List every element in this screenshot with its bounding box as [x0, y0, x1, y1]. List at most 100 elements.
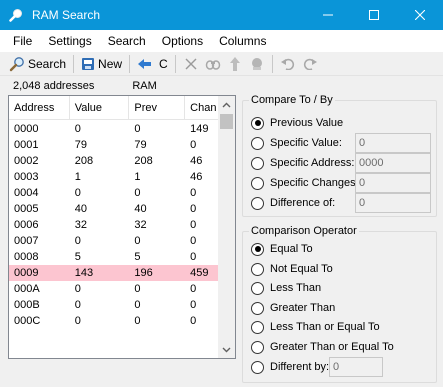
radio-button[interactable]	[251, 136, 264, 150]
redo-icon[interactable]	[299, 53, 321, 75]
freeze-icon[interactable]	[246, 53, 268, 75]
clear-changes-button[interactable]: C	[156, 53, 171, 75]
table-row[interactable]: 0005 40 40 0	[9, 201, 219, 217]
menu-file[interactable]: File	[6, 30, 41, 52]
radio-equal-to[interactable]: Equal To	[251, 241, 313, 257]
changes-cell: 459	[190, 267, 209, 279]
radio-button[interactable]	[251, 320, 264, 334]
address-cell: 0006	[14, 219, 39, 231]
different-by-input[interactable]: 0	[329, 357, 383, 377]
address-cell: 0007	[14, 235, 39, 247]
table-row[interactable]: 0003 1 1 46	[9, 169, 219, 185]
address-cell: 0005	[14, 203, 39, 215]
radio-different-by[interactable]: Different by:	[251, 359, 329, 375]
radio-button[interactable]	[251, 242, 264, 256]
address-cell: 0001	[14, 139, 39, 151]
radio-button[interactable]	[251, 176, 264, 190]
radio-greater-than[interactable]: Greater Than	[251, 300, 335, 316]
menu-settings[interactable]: Settings	[41, 30, 100, 52]
toolbar-separator	[73, 54, 75, 73]
undo-icon[interactable]	[277, 53, 299, 75]
vertical-scrollbar[interactable]	[218, 96, 235, 358]
address-cell: 000A	[14, 283, 40, 295]
table-row[interactable]: 0001 79 79 0	[9, 137, 219, 153]
table-row[interactable]: 0002 208 208 46	[9, 153, 219, 169]
minimize-button[interactable]	[305, 0, 351, 30]
radio-button[interactable]	[251, 156, 264, 170]
radio-label: Specific Value:	[270, 137, 342, 149]
radio-specific-value[interactable]: Specific Value:	[251, 135, 342, 151]
radio-button[interactable]	[251, 340, 264, 354]
back-arrow-icon[interactable]	[134, 53, 156, 75]
radio-button[interactable]	[251, 301, 264, 315]
table-row[interactable]: 000A 0 0 0	[9, 281, 219, 297]
search-icon	[9, 56, 24, 71]
radio-label: Less Than or Equal To	[270, 321, 380, 333]
radio-button[interactable]	[251, 262, 264, 276]
table-row[interactable]: 0007 0 0 0	[9, 233, 219, 249]
radio-difference-of[interactable]: Difference of:	[251, 195, 335, 211]
changes-cell: 0	[190, 219, 197, 231]
table-row[interactable]: 000C 0 0 0	[9, 313, 219, 329]
menu-columns[interactable]: Columns	[212, 30, 275, 52]
cut-icon[interactable]	[180, 53, 202, 75]
compare-to-group: Compare To / By Previous Value Specific …	[242, 93, 437, 217]
close-button[interactable]	[397, 0, 443, 30]
scroll-up-icon[interactable]	[218, 96, 235, 113]
maximize-button[interactable]	[351, 0, 397, 30]
radio-button[interactable]	[251, 281, 264, 295]
radio-previous-value[interactable]: Previous Value	[251, 115, 343, 131]
memory-domain-label: RAM	[132, 80, 157, 92]
table-row[interactable]: 0006 32 32 0	[9, 217, 219, 233]
address-cell: 0000	[14, 123, 39, 135]
search-button[interactable]: Search	[6, 53, 69, 75]
scroll-down-icon[interactable]	[218, 341, 235, 358]
radio-less-than[interactable]: Less Than	[251, 280, 321, 296]
column-header-changes[interactable]: Chan	[185, 96, 219, 120]
radio-specific-changes[interactable]: Specific Changes:	[251, 175, 359, 191]
table-row[interactable]: 0000 0 0 149	[9, 121, 219, 137]
table-row[interactable]: 000B 0 0 0	[9, 297, 219, 313]
radio-less-than-or-equal[interactable]: Less Than or Equal To	[251, 319, 380, 335]
table-row[interactable]: 0009 143 196 459	[9, 265, 219, 281]
menu-search[interactable]: Search	[101, 30, 155, 52]
menu-bar: File Settings Search Options Columns	[0, 30, 443, 52]
value-cell: 40	[74, 203, 87, 215]
specific-changes-input[interactable]: 0	[355, 173, 431, 193]
column-header-value[interactable]: Value	[70, 96, 130, 120]
table-row[interactable]: 0008 5 5 0	[9, 249, 219, 265]
watch-icon[interactable]	[202, 53, 224, 75]
list-body: 0000 0 0 149 0001 79 79 0 0002 208 208 46 0003 1 1 46 00…	[9, 121, 219, 329]
prev-cell: 208	[134, 155, 153, 167]
changes-cell: 149	[190, 123, 209, 135]
value-cell: 0	[74, 123, 81, 135]
column-header-prev[interactable]: Prev	[129, 96, 186, 120]
value-cell: 143	[74, 267, 94, 279]
changes-cell: 46	[190, 171, 203, 183]
radio-button[interactable]	[251, 196, 264, 210]
difference-of-input[interactable]: 0	[355, 193, 431, 213]
radio-specific-address[interactable]: Specific Address:	[251, 155, 354, 171]
address-list[interactable]: Address Value Prev Chan 0000 0 0 149 0001 79 7…	[8, 95, 236, 359]
column-header-address[interactable]: Address	[9, 96, 70, 120]
window-title: RAM Search	[32, 8, 101, 22]
toolbar-separator	[174, 54, 176, 73]
radio-not-equal-to[interactable]: Not Equal To	[251, 261, 333, 277]
menu-options[interactable]: Options	[155, 30, 212, 52]
specific-address-input[interactable]: 0000	[355, 153, 431, 173]
title-bar[interactable]: RAM Search	[0, 0, 443, 30]
comparison-operator-group: Comparison Operator Equal To Not Equal T…	[242, 224, 437, 383]
radio-button[interactable]	[251, 116, 264, 130]
radio-button[interactable]	[251, 360, 264, 374]
scrollbar-thumb[interactable]	[220, 114, 233, 129]
prev-cell: 79	[134, 139, 147, 151]
table-row[interactable]: 0004 0 0 0	[9, 185, 219, 201]
radio-label: Specific Changes:	[270, 177, 359, 189]
prev-cell: 0	[134, 315, 141, 327]
new-button[interactable]: New	[78, 53, 125, 75]
specific-value-input[interactable]: 0	[355, 133, 431, 153]
radio-greater-than-or-equal[interactable]: Greater Than or Equal To	[251, 339, 394, 355]
value-cell: 32	[74, 219, 87, 231]
address-cell: 000B	[14, 299, 40, 311]
poke-icon[interactable]	[224, 53, 246, 75]
